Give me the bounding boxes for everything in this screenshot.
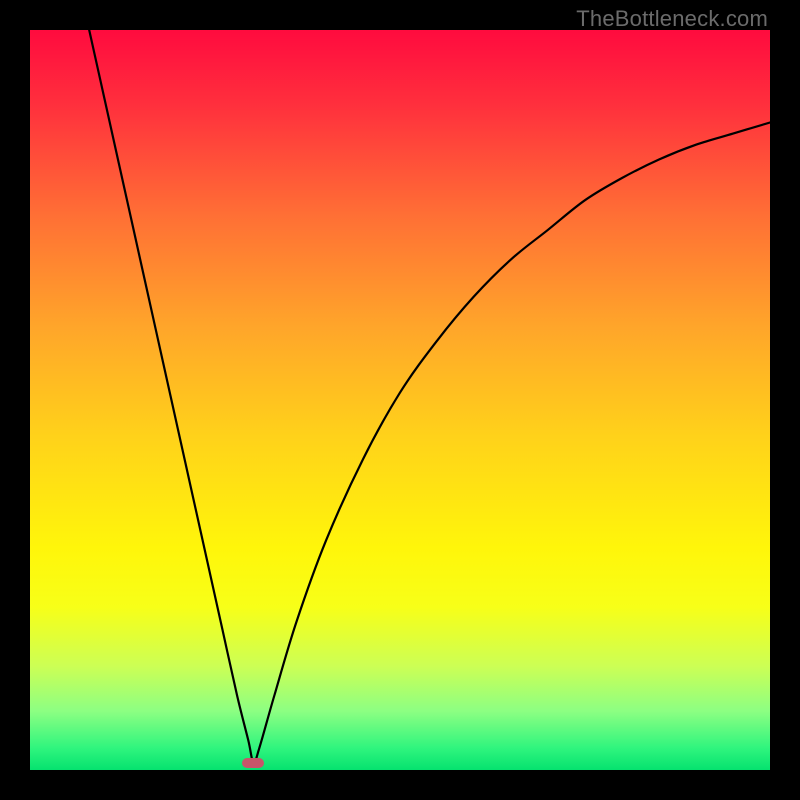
watermark-label: TheBottleneck.com: [576, 6, 768, 32]
bottleneck-curve: [30, 30, 770, 770]
chart-frame: TheBottleneck.com: [0, 0, 800, 800]
plot-area: [30, 30, 770, 770]
minimum-marker: [242, 758, 264, 768]
